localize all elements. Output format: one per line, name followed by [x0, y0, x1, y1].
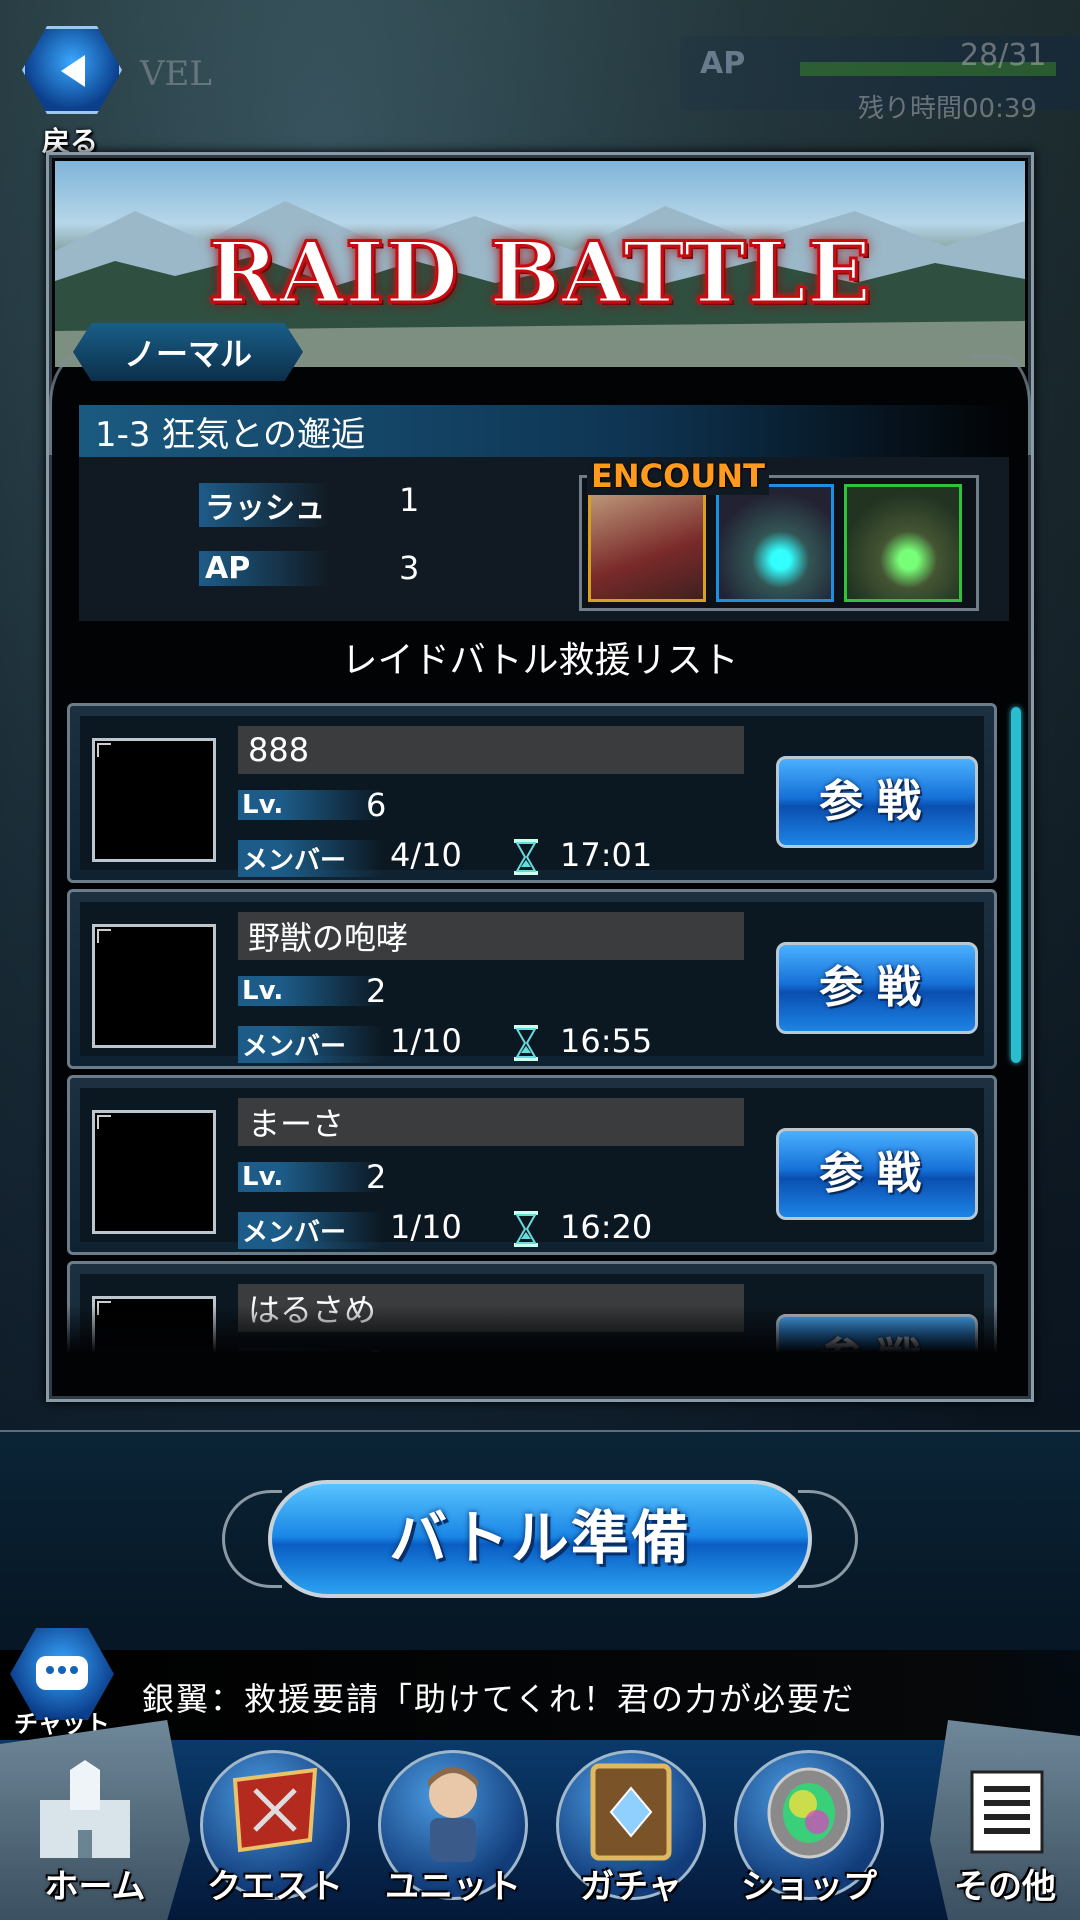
- stage-info: ラッシュ 1 AP 3 ENCOUNT: [79, 457, 1009, 621]
- nav-unit[interactable]: ユニット: [368, 1740, 538, 1920]
- quest-flag-icon: [232, 1767, 318, 1853]
- hourglass-icon: [514, 1211, 538, 1247]
- player-name: まーさ: [238, 1098, 744, 1146]
- shop-gem-icon: [767, 1767, 851, 1859]
- nav-quest[interactable]: クエスト: [190, 1740, 360, 1920]
- lv-label: Lv.: [238, 790, 382, 820]
- player-name: 野獣の咆哮: [238, 912, 744, 960]
- avatar-corner: [97, 929, 111, 943]
- member-label: メンバー: [238, 840, 382, 877]
- join-button[interactable]: 参戦: [776, 756, 978, 848]
- member-value: 4/10: [390, 836, 462, 874]
- nav-other[interactable]: その他: [930, 1740, 1080, 1920]
- raid-battle-title: RAID BATTLE: [206, 222, 873, 324]
- lv-label: Lv.: [238, 1162, 382, 1192]
- level-ghost-text: VEL: [140, 54, 212, 94]
- rush-label: ラッシュ: [199, 483, 329, 527]
- rescue-row: 野獣の咆哮 Lv. 2 メンバー 1/10 16:55 参戦: [67, 889, 997, 1069]
- back-arrow-icon: [61, 55, 85, 87]
- battle-prep-button[interactable]: バトル準備: [268, 1480, 812, 1598]
- nav-shop-label: ショップ: [741, 1867, 877, 1907]
- gacha-book-icon: [590, 1763, 672, 1861]
- lv-label: Lv.: [238, 976, 382, 1006]
- rescue-list-title: レイドバトル救援リスト: [341, 640, 739, 681]
- chat-bubble-icon: [36, 1656, 88, 1690]
- encount-box: [579, 475, 979, 611]
- menu-list-icon: [970, 1770, 1044, 1854]
- avatar-corner: [97, 1115, 111, 1129]
- back-button[interactable]: 戻る: [16, 22, 128, 158]
- rescue-list[interactable]: 888 Lv. 6 メンバー 4/10 17:01 参戦 野獣の咆哮 Lv. 2…: [67, 703, 1007, 1361]
- raid-panel: RAID BATTLE ノーマル 1-3 狂気との邂逅 ラッシュ 1 AP 3 …: [46, 152, 1034, 1402]
- nav-gacha[interactable]: ガチャ: [546, 1740, 716, 1920]
- nav-gacha-label: ガチャ: [580, 1867, 682, 1907]
- list-fade: [67, 1305, 1007, 1361]
- hourglass-icon: [514, 1025, 538, 1061]
- encount-unit-red-hood-icon: [588, 484, 706, 602]
- ap-cost-label: AP: [199, 551, 329, 586]
- lv-value: 2: [366, 1158, 387, 1196]
- time-value: 17:01: [560, 836, 653, 874]
- rescue-row: 888 Lv. 6 メンバー 4/10 17:01 参戦: [67, 703, 997, 883]
- ap-remaining-time: 残り時間00:39: [858, 94, 1037, 124]
- ap-value: 28/31: [960, 38, 1047, 73]
- nav-other-label: その他: [954, 1867, 1056, 1907]
- nav-unit-label: ユニット: [385, 1867, 521, 1907]
- time-value: 16:55: [560, 1022, 653, 1060]
- unit-character-icon: [428, 1767, 478, 1862]
- time-value: 16:20: [560, 1208, 653, 1246]
- tab-normal[interactable]: ノーマル: [73, 323, 303, 381]
- chat-message: 銀翼：救援要請「助けてくれ！君の力が必要だ: [142, 1680, 856, 1718]
- lv-value: 6: [366, 786, 387, 824]
- scrollbar[interactable]: [1011, 707, 1021, 1063]
- encount-unit-green-golem-icon: [844, 484, 962, 602]
- hourglass-icon: [514, 839, 538, 875]
- avatar: [92, 738, 216, 862]
- encount-label: ENCOUNT: [587, 457, 769, 495]
- join-button[interactable]: 参戦: [776, 1128, 978, 1220]
- back-hex: [22, 26, 122, 114]
- avatar: [92, 1110, 216, 1234]
- member-label: メンバー: [238, 1026, 382, 1063]
- stage-title: 1-3 狂気との邂逅: [79, 405, 1009, 457]
- nav-quest-label: クエスト: [207, 1867, 343, 1907]
- member-value: 1/10: [390, 1022, 462, 1060]
- rescue-row: まーさ Lv. 2 メンバー 1/10 16:20 参戦: [67, 1075, 997, 1255]
- avatar-corner: [97, 743, 111, 757]
- avatar: [92, 924, 216, 1048]
- member-value: 1/10: [390, 1208, 462, 1246]
- nav-shop[interactable]: ショップ: [724, 1740, 894, 1920]
- nav-home-label: ホーム: [44, 1867, 146, 1907]
- lv-value: 2: [366, 972, 387, 1010]
- ap-cost-value: 3: [399, 549, 420, 587]
- rush-value: 1: [399, 481, 420, 519]
- member-label: メンバー: [238, 1212, 382, 1249]
- encount-unit-blue-golem-icon: [716, 484, 834, 602]
- nav-home[interactable]: ホーム: [0, 1740, 190, 1920]
- ap-header-label: AP: [700, 46, 746, 81]
- castle-icon: [40, 1760, 130, 1858]
- player-name: 888: [238, 726, 744, 774]
- join-button[interactable]: 参戦: [776, 942, 978, 1034]
